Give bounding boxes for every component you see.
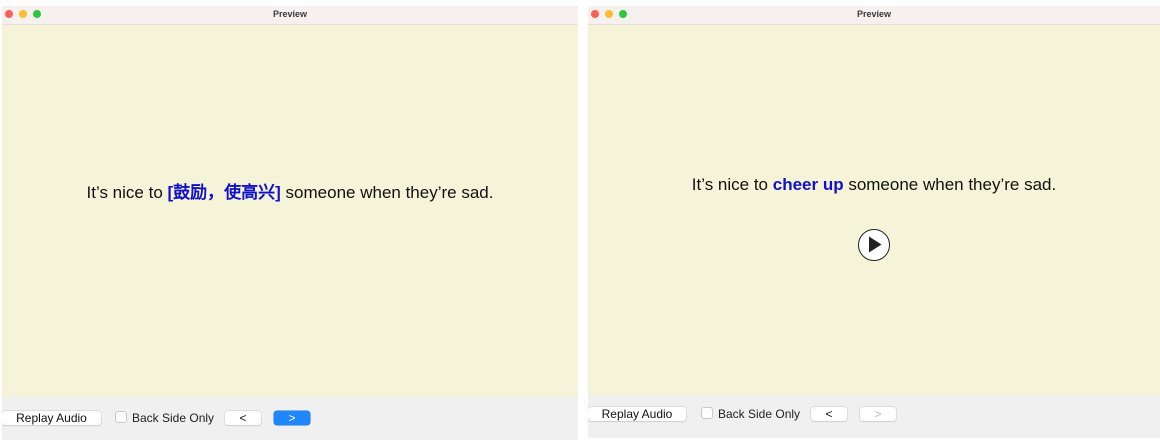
controls-bar: Replay Audio Back Side Only < > xyxy=(2,397,578,440)
preview-window-front: Preview It’s nice to [鼓励，使高兴] someone wh… xyxy=(2,6,578,440)
replay-audio-button[interactable]: Replay Audio xyxy=(588,407,686,421)
window-title: Preview xyxy=(856,9,892,19)
card-sentence: It’s nice to cheer up someone when they’… xyxy=(588,175,1160,195)
previous-button[interactable]: < xyxy=(225,411,261,425)
sentence-prefix: It’s nice to xyxy=(86,183,168,202)
play-icon xyxy=(869,236,882,253)
checkbox-label: Back Side Only xyxy=(132,411,215,425)
checkbox-label: Back Side Only xyxy=(718,407,801,421)
sentence-highlight: [鼓励，使高兴] xyxy=(167,183,281,202)
checkbox-box[interactable] xyxy=(115,411,127,423)
controls-bar: Replay Audio Back Side Only < > xyxy=(588,395,1160,438)
back-side-only-checkbox[interactable]: Back Side Only xyxy=(115,411,214,425)
card-area: It’s nice to [鼓励，使高兴] someone when they’… xyxy=(2,25,578,397)
replay-audio-button[interactable]: Replay Audio xyxy=(2,411,101,425)
checkbox-box[interactable] xyxy=(701,407,713,419)
next-button[interactable]: > xyxy=(274,411,310,425)
card-area: It’s nice to cheer up someone when they’… xyxy=(588,25,1160,395)
previous-button[interactable]: < xyxy=(811,407,847,421)
card-sentence: It’s nice to [鼓励，使高兴] someone when they’… xyxy=(2,178,578,203)
sentence-suffix: someone when they’re sad. xyxy=(280,183,494,202)
sentence-highlight: cheer up xyxy=(772,175,844,194)
sentence-suffix: someone when they’re sad. xyxy=(843,175,1057,194)
sentence-prefix: It’s nice to xyxy=(691,175,773,194)
preview-window-back: Preview It’s nice to cheer up someone wh… xyxy=(588,6,1160,438)
window-title: Preview xyxy=(272,9,308,19)
title-bar: Preview xyxy=(588,6,1160,25)
back-side-only-checkbox[interactable]: Back Side Only xyxy=(701,407,800,421)
play-audio-button[interactable] xyxy=(858,229,890,261)
next-button: > xyxy=(860,407,896,421)
title-bar: Preview xyxy=(2,6,578,25)
